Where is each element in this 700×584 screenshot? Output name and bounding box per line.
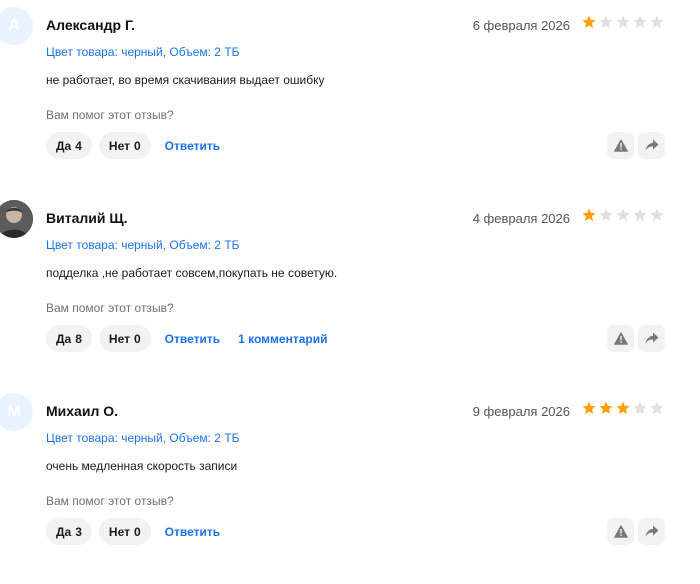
review-card: М Михаил О. 9 февраля 2026 Цвет товара: …: [0, 386, 700, 561]
report-button[interactable]: [607, 518, 634, 545]
review-actions: Да 4 Нет 0 Ответить: [46, 132, 220, 159]
report-button[interactable]: [607, 132, 634, 159]
star-icon: [633, 401, 647, 414]
reviewer-name[interactable]: Александр Г.: [46, 17, 135, 33]
review-actions: Да 3 Нет 0 Ответить: [46, 518, 220, 545]
review-date: 4 февраля 2026: [472, 211, 570, 226]
avatar[interactable]: М: [0, 393, 33, 431]
warning-triangle-icon: [613, 332, 628, 345]
helpful-no-label: Нет: [108, 331, 130, 346]
warning-triangle-icon: [613, 525, 628, 538]
avatar[interactable]: А: [0, 7, 33, 45]
helpful-yes-label: Да: [56, 331, 72, 346]
reviewer-name[interactable]: Михаил О.: [46, 403, 118, 419]
share-arrow-icon: [645, 139, 658, 151]
helpful-yes-button[interactable]: Да 3: [46, 518, 92, 545]
review-card: Виталий Щ. 4 февраля 2026 Цвет товара: ч…: [0, 193, 700, 368]
review-date: 6 февраля 2026: [472, 18, 570, 33]
rating-stars: [582, 401, 664, 415]
reply-link[interactable]: Ответить: [165, 525, 220, 539]
review-actions: Да 8 Нет 0 Ответить 1 комментарий: [46, 325, 327, 352]
review-text: не работает, во время скачивания выдает …: [46, 73, 325, 87]
star-icon: [582, 208, 596, 221]
star-icon: [616, 15, 630, 28]
star-icon: [616, 208, 630, 221]
star-icon: [650, 401, 664, 414]
product-variant: Цвет товара: черный, Объем: 2 ТБ: [46, 45, 240, 59]
star-icon: [616, 401, 630, 414]
share-button[interactable]: [638, 325, 665, 352]
report-button[interactable]: [607, 325, 634, 352]
helpful-yes-count: 8: [75, 331, 82, 346]
star-icon: [650, 208, 664, 221]
product-variant: Цвет товара: черный, Объем: 2 ТБ: [46, 238, 240, 252]
reply-link[interactable]: Ответить: [165, 139, 220, 153]
review-text: очень медленная скорость записи: [46, 459, 238, 473]
avatar[interactable]: [0, 200, 33, 238]
share-button[interactable]: [638, 518, 665, 545]
helpful-yes-button[interactable]: Да 4: [46, 132, 92, 159]
warning-triangle-icon: [613, 139, 628, 152]
review-date: 9 февраля 2026: [472, 404, 570, 419]
product-variant: Цвет товара: черный, Объем: 2 ТБ: [46, 431, 240, 445]
rating-stars: [582, 208, 664, 222]
helpful-prompt: Вам помог этот отзыв?: [46, 494, 174, 508]
star-icon: [633, 208, 647, 221]
helpful-no-label: Нет: [108, 138, 130, 153]
helpful-yes-button[interactable]: Да 8: [46, 325, 92, 352]
star-icon: [650, 15, 664, 28]
star-icon: [599, 208, 613, 221]
comments-link[interactable]: 1 комментарий: [238, 332, 327, 346]
star-icon: [599, 15, 613, 28]
rating-stars: [582, 15, 664, 29]
helpful-no-count: 0: [133, 331, 141, 346]
user-photo-icon: [0, 200, 33, 238]
share-arrow-icon: [645, 525, 658, 537]
review-text: подделка ,не работает совсем,покупать не…: [46, 266, 338, 280]
helpful-yes-count: 3: [75, 524, 82, 539]
helpful-yes-count: 4: [75, 138, 82, 153]
star-icon: [633, 15, 647, 28]
helpful-prompt: Вам помог этот отзыв?: [46, 301, 174, 315]
reply-link[interactable]: Ответить: [165, 332, 220, 346]
helpful-no-button[interactable]: Нет 0: [98, 518, 151, 545]
helpful-no-count: 0: [133, 524, 141, 539]
share-button[interactable]: [638, 132, 665, 159]
review-card: А Александр Г. 6 февраля 2026 Цвет товар…: [0, 0, 700, 175]
helpful-yes-label: Да: [56, 524, 72, 539]
star-icon: [582, 15, 596, 28]
reviewer-name[interactable]: Виталий Щ.: [46, 210, 128, 226]
helpful-no-count: 0: [133, 138, 141, 153]
star-icon: [582, 401, 596, 414]
helpful-no-label: Нет: [108, 524, 130, 539]
helpful-prompt: Вам помог этот отзыв?: [46, 108, 174, 122]
helpful-no-button[interactable]: Нет 0: [98, 325, 151, 352]
helpful-no-button[interactable]: Нет 0: [98, 132, 151, 159]
share-arrow-icon: [645, 332, 658, 344]
star-icon: [599, 401, 613, 414]
helpful-yes-label: Да: [56, 138, 72, 153]
